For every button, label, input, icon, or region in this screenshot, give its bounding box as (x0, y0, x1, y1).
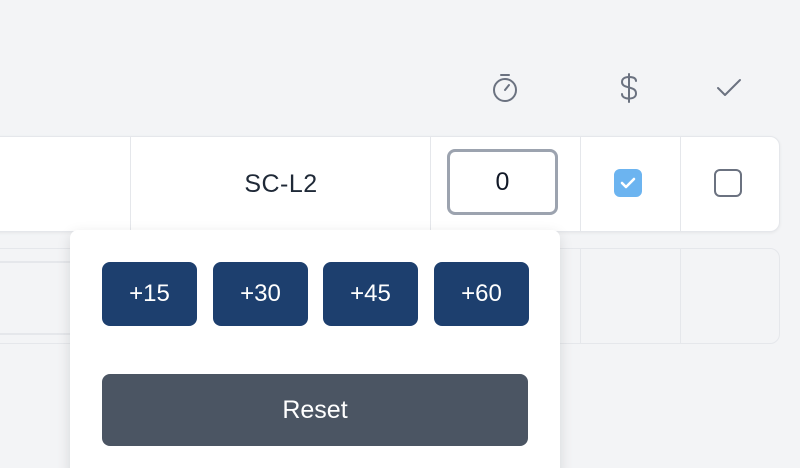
page: SC-L2 +15 +30 +45 +60 Reset (0, 0, 800, 468)
add-15-button[interactable]: +15 (102, 262, 197, 326)
cell-divider (680, 137, 681, 231)
checkmark-icon (620, 177, 636, 189)
cell-divider (680, 249, 681, 343)
add-30-button[interactable]: +30 (213, 262, 308, 326)
reset-button[interactable]: Reset (102, 374, 528, 446)
billable-checkbox[interactable] (614, 169, 642, 197)
done-checkbox[interactable] (714, 169, 742, 197)
cell-divider (580, 137, 581, 231)
add-60-button[interactable]: +60 (434, 262, 529, 326)
dollar-icon (613, 72, 645, 104)
code-cell: SC-L2 (244, 169, 318, 198)
time-increment-popover: +15 +30 +45 +60 Reset (70, 230, 560, 468)
table-row: SC-L2 (0, 136, 780, 232)
stopwatch-icon (489, 72, 521, 104)
row-placeholder (0, 261, 71, 335)
time-input[interactable] (447, 149, 558, 215)
cell-divider (580, 249, 581, 343)
add-45-button[interactable]: +45 (323, 262, 418, 326)
check-icon (713, 72, 745, 104)
